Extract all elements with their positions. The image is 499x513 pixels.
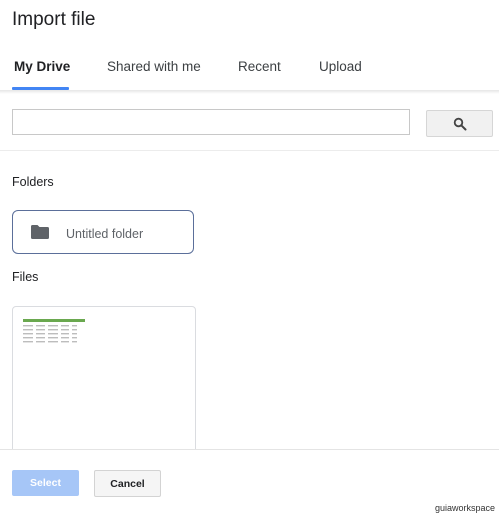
tab-bar-shadow	[0, 90, 499, 94]
tab-upload[interactable]: Upload	[319, 59, 362, 74]
tab-my-drive[interactable]: My Drive	[14, 59, 70, 74]
dialog-title: Import file	[12, 9, 96, 30]
folder-name: Untitled folder	[66, 227, 144, 241]
divider	[0, 150, 499, 151]
folder-icon	[31, 225, 49, 239]
folder-item[interactable]: Untitled folder	[12, 210, 194, 254]
spreadsheet-thumbnail	[23, 319, 85, 343]
select-button[interactable]: Select	[12, 470, 79, 496]
search-button[interactable]	[426, 110, 493, 137]
tab-shared-with-me[interactable]: Shared with me	[107, 59, 201, 74]
tab-recent[interactable]: Recent	[238, 59, 281, 74]
search-icon	[453, 117, 466, 130]
cancel-button[interactable]: Cancel	[94, 470, 161, 497]
file-item[interactable]	[12, 306, 196, 466]
dialog-footer: Select Cancel	[0, 449, 499, 513]
tab-bar: My Drive Shared with me Recent Upload	[0, 52, 499, 90]
search-input[interactable]	[12, 109, 410, 135]
files-heading: Files	[12, 270, 39, 284]
folders-heading: Folders	[12, 175, 54, 189]
